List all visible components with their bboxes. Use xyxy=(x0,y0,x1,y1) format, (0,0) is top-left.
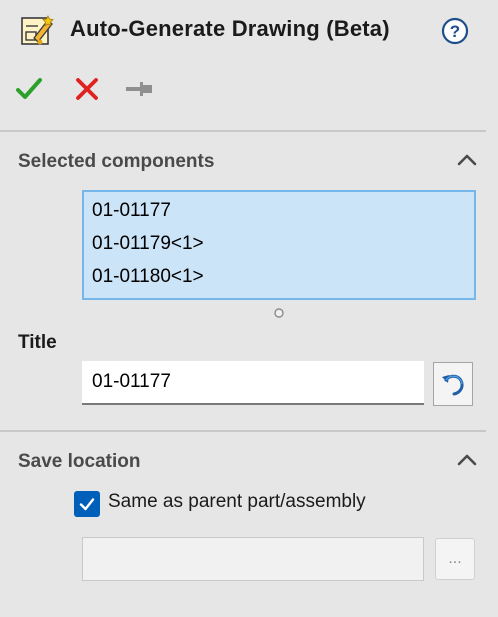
browse-button[interactable]: ... xyxy=(435,538,475,580)
cancel-button[interactable] xyxy=(70,72,104,106)
reset-title-button[interactable] xyxy=(433,362,473,406)
selected-components-header: Selected components xyxy=(18,151,215,172)
same-as-parent-checkbox[interactable] xyxy=(74,491,100,517)
list-resize-handle[interactable] xyxy=(273,306,285,318)
chevron-up-icon[interactable] xyxy=(455,448,479,472)
ok-button[interactable] xyxy=(12,72,46,106)
save-path-input xyxy=(82,537,424,581)
undo-icon xyxy=(442,374,464,396)
help-icon[interactable]: ? xyxy=(441,17,469,45)
list-item[interactable]: 01-01179<1> xyxy=(92,233,204,255)
save-location-header: Save location xyxy=(18,451,141,472)
list-item[interactable]: 01-01177 xyxy=(92,200,171,222)
pin-button[interactable] xyxy=(122,72,156,106)
divider xyxy=(0,430,486,432)
chevron-up-icon[interactable] xyxy=(455,148,479,172)
checkmark-icon xyxy=(79,498,95,511)
list-item[interactable]: 01-01180<1> xyxy=(92,266,204,288)
title-input[interactable] xyxy=(82,361,424,405)
close-icon xyxy=(76,78,98,100)
svg-text:?: ? xyxy=(450,22,460,41)
same-as-parent-label[interactable]: Same as parent part/assembly xyxy=(108,491,366,513)
title-label: Title xyxy=(18,332,57,353)
checkmark-icon xyxy=(16,78,42,99)
pushpin-icon xyxy=(126,82,152,96)
auto-generate-drawing-icon xyxy=(18,12,58,52)
selected-components-list[interactable]: 01-01177 01-01179<1> 01-01180<1> xyxy=(82,190,476,300)
panel-title: Auto-Generate Drawing (Beta) xyxy=(70,16,390,41)
divider xyxy=(0,130,486,132)
